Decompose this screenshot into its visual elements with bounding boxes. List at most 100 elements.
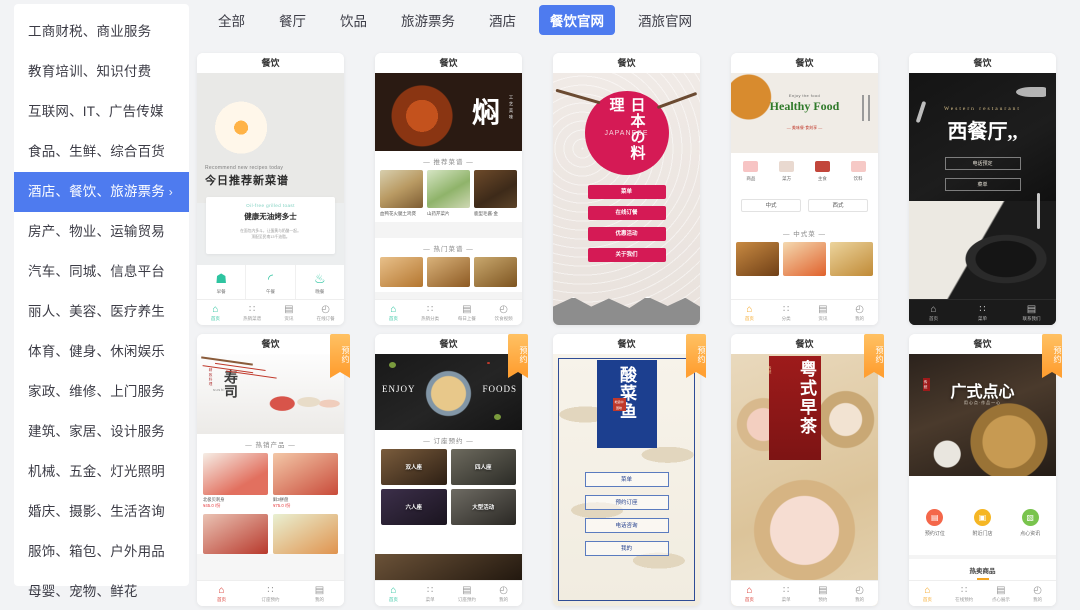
nav-item-1[interactable]: ∷ 在线预约 — [946, 585, 983, 603]
nav-item-2[interactable]: ▤ 订座预约 — [449, 585, 486, 603]
sidebar-item-13[interactable]: 服饰、箱包、户外用品 — [14, 532, 189, 572]
tab-1[interactable]: 餐厅 — [268, 5, 317, 35]
sidebar-item-7[interactable]: 丽人、美容、医疗养生 — [14, 292, 189, 332]
sidebar-item-9[interactable]: 家政、维修、上门服务 — [14, 372, 189, 412]
nav-item-2[interactable]: ▤ 点心展示 — [983, 585, 1020, 603]
chinese-thumb-2[interactable] — [830, 242, 873, 276]
action-button-3[interactable]: 我的 — [584, 541, 669, 556]
nav-item-1[interactable]: ∷ 热销分类 — [412, 304, 449, 322]
sidebar-item-12[interactable]: 婚庆、摄影、生活咨询 — [14, 492, 189, 532]
hot-thumb-1[interactable] — [427, 257, 470, 287]
nav-item-0[interactable]: ⌂ 首页 — [909, 585, 946, 603]
recipe-thumb-0[interactable]: 血鸭花火腿土鸡煲 — [380, 170, 423, 217]
nav-item-0[interactable]: ⌂ 首页 — [731, 585, 768, 603]
card-card-cantonese-morning-tea[interactable]: 餐饮 粤式早茶 传统 ⌂ 首页 ∷ 菜单 ▤ 预约 ◴ 我的 预约 — [731, 334, 884, 606]
seat-tile-0[interactable]: 双人座 — [381, 449, 447, 485]
action-button-1[interactable]: 在线订餐 — [587, 206, 666, 220]
product-card-extra-0[interactable] — [203, 514, 268, 554]
sidebar-item-1[interactable]: 教育培训、知识付费 — [14, 52, 189, 92]
card-card-sushi[interactable]: 餐饮 寿司 sushi 精致料理 — 热销产品 — 北极贝刺身 ¥45.0 /份 鲜3拼盘 ¥7… — [197, 334, 350, 606]
card-card-enjoy-foods[interactable]: 餐饮 ENJOY FOODS — 订座预约 — 双人座 四人座 六人座 大型活动 ⌂ 首页 ∷ 菜单 ▤… — [375, 334, 528, 606]
nav-item-2[interactable]: ▤ 资讯 — [805, 304, 842, 322]
card-card-cantonese-dimsum[interactable]: 餐饮 广式点心 传统 用心点·作品一心 ▤ 预约订位 ▣ 附近门店 ▧ 点心资讯 热卖商品 ⌂ 首页 ∷ 在… — [909, 334, 1062, 606]
sidebar-item-0[interactable]: 工商财税、商业服务 — [14, 12, 189, 52]
nav-item-0[interactable]: ⌂ 首页 — [197, 585, 246, 603]
card-card-breakfast-recipe[interactable]: 餐饮 Recommend new recipes today 今日推荐新菜谱 Oil-… — [197, 53, 344, 325]
product-card-1[interactable]: 鲜3拼盘 ¥75.0 /份 — [273, 453, 338, 509]
nav-item-0[interactable]: ⌂ 首页 — [375, 304, 412, 322]
product-card-extra-1[interactable] — [273, 514, 338, 554]
sidebar-item-8[interactable]: 体育、健身、休闲娱乐 — [14, 332, 189, 372]
tab-6[interactable]: 酒旅官网 — [627, 5, 703, 35]
nav-item-2[interactable]: ▤ 联系我们 — [1007, 304, 1056, 322]
action-button-1[interactable]: 预约订座 — [584, 495, 669, 510]
seat-tile-1[interactable]: 四人座 — [450, 449, 516, 485]
card-card-healthy-food[interactable]: 餐饮 Enjoy the food Healthy Food — 美味餐·食刻享 — 商… — [731, 53, 878, 325]
segment-button-0[interactable]: 中式 — [741, 199, 801, 212]
nav-item-1[interactable]: ∷ 菜单 — [958, 304, 1007, 322]
action-button-0[interactable]: 电话预定 — [944, 157, 1021, 170]
card-card-western-restaurant[interactable]: 餐饮 Western restaurant 西餐厅,, 电话预定 菜单 ⌂ 首页 ∷ 菜单 ▤ 联系… — [909, 53, 1056, 325]
nav-item-2[interactable]: ▤ 我的 — [295, 585, 344, 603]
nav-item-1[interactable]: ∷ 分类 — [768, 304, 805, 322]
hot-thumb-2[interactable] — [474, 257, 517, 287]
nav-item-1[interactable]: ∷ 热销菜谱 — [234, 304, 271, 322]
action-button-1[interactable]: 菜单 — [944, 178, 1021, 191]
card-card-pickled-fish[interactable]: 餐饮 酸菜鱼 地道中国味 菜单 预约订座 电话咨询 我的 预约 — [553, 334, 706, 606]
hot-thumb-0[interactable] — [380, 257, 423, 287]
action-button-2[interactable]: 电话咨询 — [584, 518, 669, 533]
nav-item-3[interactable]: ◴ 我的 — [841, 304, 878, 322]
segment-button-1[interactable]: 西式 — [808, 199, 868, 212]
action-button-2[interactable]: 优惠活动 — [587, 227, 666, 241]
sidebar-item-4[interactable]: 酒店、餐饮、旅游票务 › — [14, 172, 189, 212]
tab-5[interactable]: 餐饮官网 — [539, 5, 615, 35]
nav-item-3[interactable]: ◴ 在线订餐 — [307, 304, 344, 322]
nav-item-2[interactable]: ▤ 每日上餐 — [449, 304, 486, 322]
sidebar-item-2[interactable]: 互联网、IT、广告传媒 — [14, 92, 189, 132]
action-button-0[interactable]: 菜单 — [584, 472, 669, 487]
nav-item-1[interactable]: ∷ 菜单 — [768, 585, 805, 603]
chinese-thumb-1[interactable] — [783, 242, 826, 276]
action-button-3[interactable]: 关于我们 — [587, 248, 666, 262]
product-card-0[interactable]: 北极贝刺身 ¥45.0 /份 — [203, 453, 268, 509]
card-card-japanese-cuisine[interactable]: 餐饮 日本の料理 JAPANESE 菜单 在线订餐 优惠活动 关于我们 — [553, 53, 700, 325]
card-card-braised-recipes[interactable]: 餐饮焖 工艺美味 — 推荐菜谱 — 血鸭花火腿土鸡煲 山药芹菜片 鹿型毛酱·金 — 热门菜谱… — [375, 53, 522, 325]
nav-item-1[interactable]: ∷ 菜单 — [412, 585, 449, 603]
seat-tile-3[interactable]: 大型活动 — [450, 489, 516, 525]
category-icon-2[interactable]: 主食 — [805, 159, 841, 182]
recipe-thumb-1[interactable]: 山药芹菜片 — [427, 170, 470, 217]
nav-item-1[interactable]: ∷ 订座预约 — [246, 585, 295, 603]
tab-3[interactable]: 旅游票务 — [390, 5, 466, 35]
nav-item-2[interactable]: ▤ 资讯 — [271, 304, 308, 322]
tab-0[interactable]: 全部 — [207, 5, 256, 35]
nav-item-3[interactable]: ◴ 我的 — [1019, 585, 1056, 603]
sidebar-item-label: 教育培训、知识付费 — [28, 64, 152, 79]
sidebar-item-5[interactable]: 房产、物业、运输贸易 — [14, 212, 189, 252]
category-icon-1[interactable]: 菜方 — [769, 159, 805, 182]
quick-action-1[interactable]: ▣ 附近门店 — [959, 509, 1007, 537]
sidebar-item-11[interactable]: 机械、五金、灯光照明 — [14, 452, 189, 492]
sidebar-item-6[interactable]: 汽车、同城、信息平台 — [14, 252, 189, 292]
recipe-thumb-2[interactable]: 鹿型毛酱·金 — [474, 170, 517, 217]
sidebar-item-3[interactable]: 食品、生鲜、综合百货 — [14, 132, 189, 172]
tab-4[interactable]: 酒店 — [478, 5, 527, 35]
category-icon-3[interactable]: 饮料 — [840, 159, 876, 182]
nav-item-0[interactable]: ⌂ 首页 — [197, 304, 234, 322]
quick-action-2[interactable]: ▧ 点心资讯 — [1006, 509, 1054, 537]
nav-item-3[interactable]: ◴ 我的 — [485, 585, 522, 603]
chinese-thumb-0[interactable] — [736, 242, 779, 276]
nav-item-0[interactable]: ⌂ 首页 — [375, 585, 412, 603]
action-button-0[interactable]: 菜单 — [587, 185, 666, 199]
nav-item-0[interactable]: ⌂ 首页 — [731, 304, 768, 322]
nav-item-3[interactable]: ◴ 饮食视频 — [485, 304, 522, 322]
seat-tile-2[interactable]: 六人座 — [381, 489, 447, 525]
quick-action-0[interactable]: ▤ 预约订位 — [911, 509, 959, 537]
nav-item-2[interactable]: ▤ 预约 — [805, 585, 842, 603]
nav-item-0[interactable]: ⌂ 首页 — [909, 304, 958, 322]
sidebar-item-label: 汽车、同城、信息平台 — [28, 264, 165, 279]
nav-item-3[interactable]: ◴ 我的 — [841, 585, 878, 603]
sidebar-item-14[interactable]: 母婴、宠物、鲜花 — [14, 572, 189, 610]
category-icon-0[interactable]: 商品 — [733, 159, 769, 182]
tab-2[interactable]: 饮品 — [329, 5, 378, 35]
sidebar-item-10[interactable]: 建筑、家居、设计服务 — [14, 412, 189, 452]
